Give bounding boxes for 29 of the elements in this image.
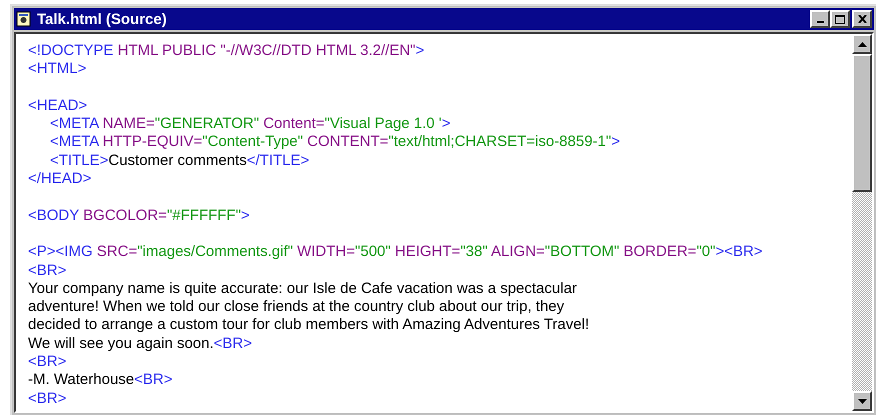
scroll-down-button[interactable] (852, 391, 872, 411)
code-line: <BR> (28, 262, 66, 280)
code-line: <TITLE>Customer comments</TITLE> (50, 152, 310, 170)
code-line: <!DOCTYPE HTML PUBLIC "-//W3C//DTD HTML 3.2//EN"> (28, 42, 424, 60)
code-line: <HTML> (28, 60, 86, 79)
document-icon (16, 11, 32, 27)
down-arrow-icon (858, 398, 866, 404)
code-line: <META NAME="GENERATOR" Content="Visual Page 1.0 '> (50, 115, 450, 134)
minimize-button[interactable] (810, 10, 830, 28)
code-line: <P><IMG SRC="images/Comments.gif" WIDTH="500" HEIGHT="38" ALIGN="BOTTOM" BORDER="0"><BR> (28, 243, 763, 262)
close-icon (858, 15, 866, 23)
code-line: We will see you again soon.<BR> (28, 334, 252, 354)
maximize-button[interactable] (830, 10, 850, 28)
code-line: <BODY BGCOLOR="#FFFFFF"> (28, 206, 250, 225)
close-button[interactable] (852, 10, 872, 28)
code-line: <HEAD> (28, 96, 88, 116)
window-title: Talk.html (Source) (37, 12, 167, 26)
code-line: Your company name is quite accurate: our Isle de Cafe vacation was a spectacular (28, 280, 577, 298)
scroll-thumb[interactable] (852, 54, 872, 192)
code-line: </HEAD> (28, 170, 92, 188)
up-arrow-icon (858, 42, 866, 46)
vertical-scrollbar[interactable] (852, 34, 872, 411)
scroll-up-button[interactable] (852, 34, 872, 54)
code-line: <BR> (28, 390, 66, 408)
code-line: decided to arrange a custom tour for club members with Amazing Adventures Travel! (28, 316, 590, 335)
code-line: <META HTTP-EQUIV="Content-Type" CONTENT="text/html;CHARSET=iso-8859-1"> (50, 133, 620, 152)
code-line: -M. Waterhouse<BR> (28, 371, 173, 390)
code-line: adventure! When we told our close friends at the country club about our trip, they (28, 298, 564, 316)
code-line: <BR> (28, 353, 66, 372)
